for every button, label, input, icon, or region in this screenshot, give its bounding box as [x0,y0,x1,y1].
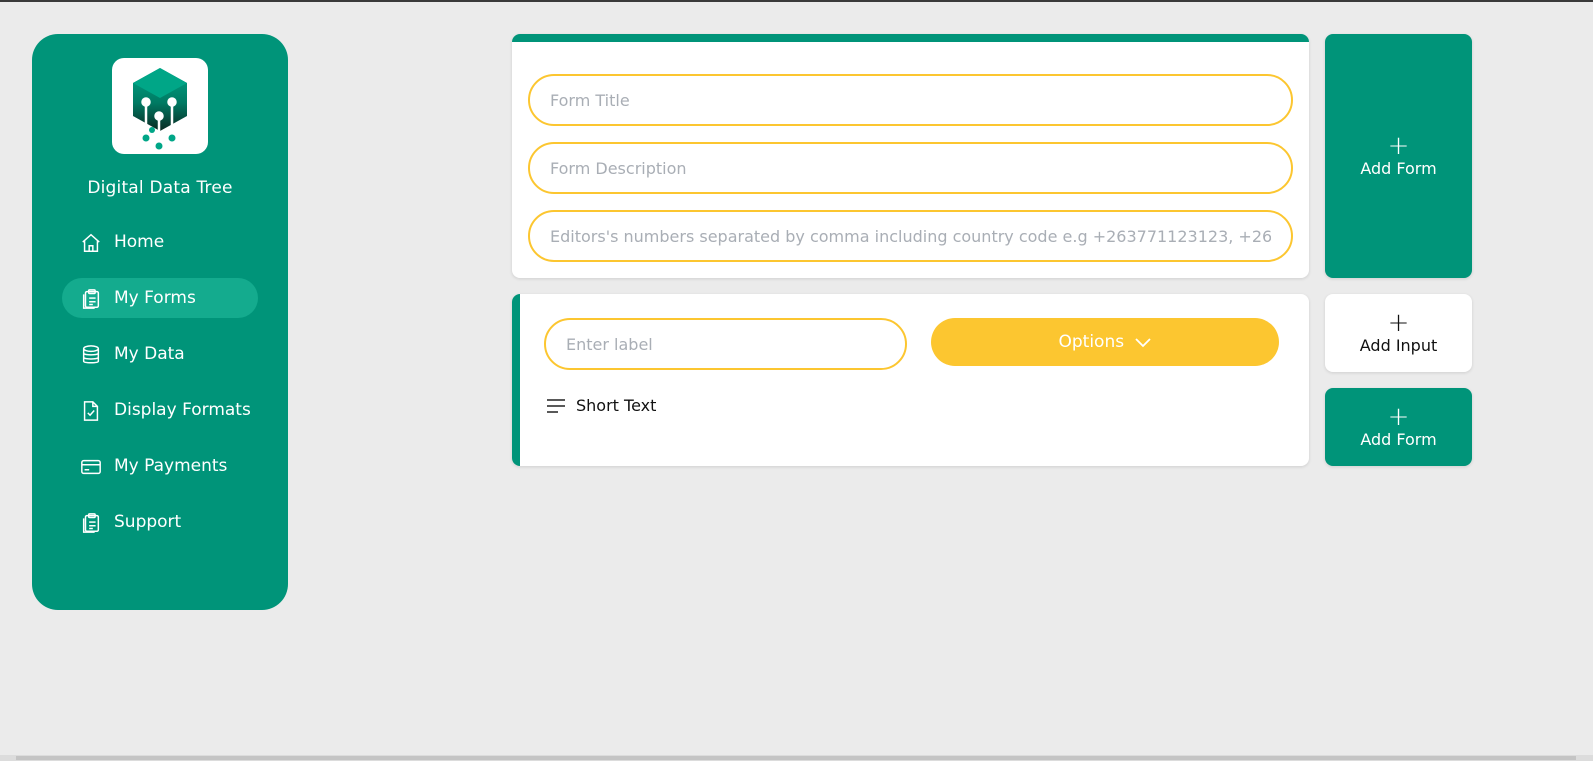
sidebar-item-my-forms[interactable]: My Forms [62,278,258,318]
question-card: Options Short Text [512,294,1309,466]
add-form-label: Add Form [1360,429,1437,449]
sidebar-item-label: My Data [114,344,185,364]
sidebar-item-display-formats[interactable]: Display Formats [62,390,258,430]
sidebar-item-label: My Payments [114,456,228,476]
sidebar-item-label: My Forms [114,288,196,308]
plus-icon: + [1387,130,1410,161]
window-top-border [0,0,1593,2]
add-input-label: Add Input [1359,335,1438,355]
credit-card-icon [81,459,101,475]
sidebar-item-support[interactable]: Support [62,502,258,542]
sidebar-item-label: Support [114,512,182,532]
question-label-input[interactable] [544,318,907,370]
lines-icon [547,399,565,413]
file-check-icon [83,401,99,421]
horizontal-scrollbar-thumb[interactable] [16,756,1576,760]
brand-name: Digital Data Tree [87,178,233,198]
card-accent-bar [512,294,520,466]
home-icon [82,233,100,252]
chevron-down-icon [1134,338,1151,348]
add-input-button[interactable]: + Add Input [1325,294,1472,372]
card-accent-bar [512,34,1309,42]
database-icon [82,345,100,364]
sidebar-item-home[interactable]: Home [62,222,258,262]
editors-numbers-input[interactable] [528,210,1293,262]
add-form-button-secondary[interactable]: + Add Form [1325,388,1472,466]
add-form-button[interactable]: + Add Form [1325,34,1472,278]
sidebar-item-my-data[interactable]: My Data [62,334,258,374]
sidebar-item-my-payments[interactable]: My Payments [62,446,258,486]
plus-icon: + [1387,401,1410,432]
sidebar-item-label: Home [114,232,165,252]
add-form-label: Add Form [1360,158,1437,178]
options-label: Options [1058,332,1125,352]
form-description-input[interactable] [528,142,1293,194]
plus-icon: + [1387,307,1410,338]
form-header-card [512,34,1309,278]
tree-circuit-logo-icon [133,68,187,150]
form-title-input[interactable] [528,74,1293,126]
options-dropdown-button[interactable]: Options [931,318,1279,366]
sidebar: Digital Data Tree Home My Forms My Data … [32,34,288,610]
app-logo[interactable] [112,58,208,154]
clipboard-icon [82,513,100,533]
question-type-label: Short Text [576,396,657,415]
sidebar-item-label: Display Formats [114,400,251,420]
clipboard-icon [82,289,100,309]
